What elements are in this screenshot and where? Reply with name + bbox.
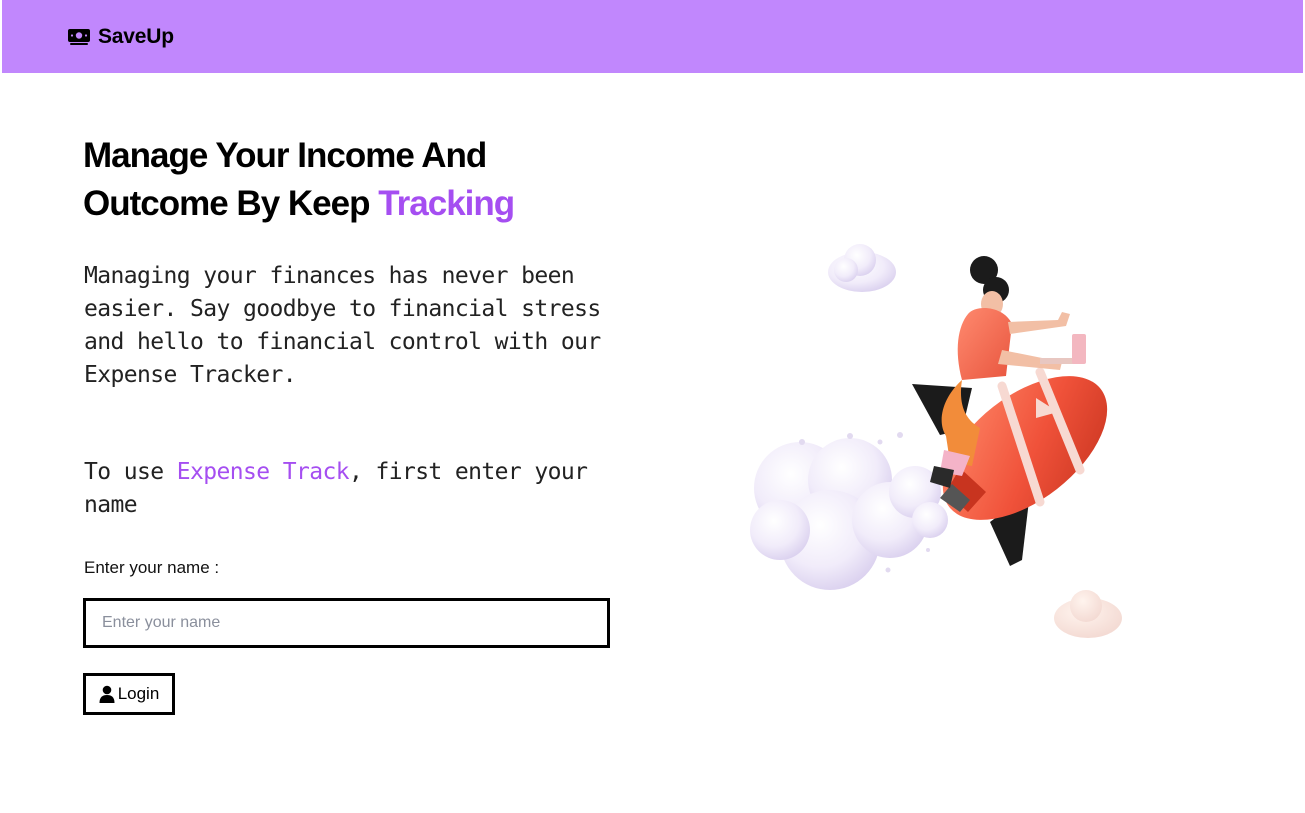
user-icon [99,685,115,703]
hero-title-line1: Manage Your Income And [83,136,487,175]
hero-title: Manage Your Income And Outcome By Keep T… [83,132,643,228]
instruction-accent: Expense Track [176,459,350,485]
brand-name: SaveUp [98,24,174,48]
exhaust-cloud [750,432,948,590]
login-label: Login [117,684,160,703]
rocket-illustration [750,244,1122,638]
navbar: SaveUp [2,0,1303,73]
cloud-small-top [828,244,896,292]
hero-title-line2: Outcome By Keep [83,184,379,223]
cloud-small-bottom [1054,590,1122,638]
name-label: Enter your name : [84,558,220,577]
money-bill-icon [68,28,90,45]
hero-instruction: To use Expense Track, first enter your n… [84,456,619,522]
hero-description: Managing your finances has never been ea… [84,263,601,388]
login-button[interactable]: Login [83,673,175,715]
instruction-prefix: To use [84,459,177,485]
name-input[interactable] [83,598,610,648]
brand[interactable]: SaveUp [68,25,174,49]
hero-title-accent: Tracking [378,184,515,223]
